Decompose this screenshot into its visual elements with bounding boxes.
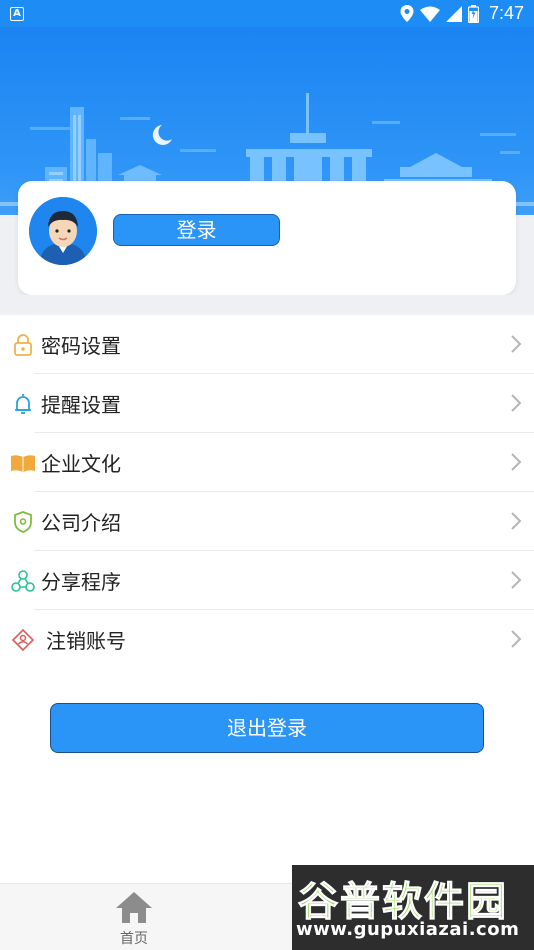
lock-icon xyxy=(14,334,32,356)
logout-button[interactable]: 退出登录 xyxy=(50,703,484,753)
nav-tab-home-label: 首页 xyxy=(120,931,148,947)
battery-icon xyxy=(467,4,479,23)
share-icon xyxy=(11,570,35,592)
profile-card: 登录 xyxy=(18,181,516,295)
watermark: 谷普软件园 www.gupuxiazai.com xyxy=(292,865,534,950)
status-bar: A 7:47 xyxy=(0,0,534,27)
app-notification-icon: A xyxy=(10,6,24,21)
nav-tab-home[interactable]: 首页 xyxy=(104,888,164,948)
chevron-right-icon xyxy=(511,512,522,530)
signal-icon xyxy=(445,5,462,22)
clock: 7:47 xyxy=(488,3,524,23)
menu-item-corporate-culture[interactable]: 企业文化 xyxy=(0,433,534,492)
user-avatar-icon xyxy=(29,197,97,265)
chevron-right-icon xyxy=(511,394,522,412)
chevron-right-icon xyxy=(511,630,522,648)
menu-item-label: 注销账号 xyxy=(46,629,126,653)
location-icon xyxy=(400,5,414,22)
menu-item-company-intro[interactable]: 公司介绍 xyxy=(0,492,534,551)
section-divider xyxy=(0,295,534,315)
menu-item-share-app[interactable]: 分享程序 xyxy=(0,551,534,610)
menu-item-label: 公司介绍 xyxy=(41,511,121,535)
settings-menu: 密码设置 提醒设置 企业文化 公司介绍 分享程序 注销账号 xyxy=(0,315,534,669)
book-icon xyxy=(11,455,35,472)
menu-item-label: 密码设置 xyxy=(41,334,121,358)
menu-item-label: 企业文化 xyxy=(41,452,121,476)
menu-item-reminder-settings[interactable]: 提醒设置 xyxy=(0,374,534,433)
menu-item-label: 提醒设置 xyxy=(41,393,121,417)
avatar[interactable] xyxy=(29,197,97,265)
bell-icon xyxy=(15,394,31,414)
chevron-right-icon xyxy=(511,453,522,471)
chevron-right-icon xyxy=(511,335,522,353)
menu-item-label: 分享程序 xyxy=(41,570,121,594)
shield-icon xyxy=(14,511,32,533)
menu-item-password-settings[interactable]: 密码设置 xyxy=(0,315,534,374)
user-diamond-icon xyxy=(11,628,35,652)
home-icon xyxy=(116,892,152,923)
chevron-right-icon xyxy=(511,571,522,589)
menu-item-cancel-account[interactable]: 注销账号 xyxy=(0,610,534,669)
watermark-url: www.gupuxiazai.com xyxy=(296,919,520,940)
wifi-icon xyxy=(419,6,440,22)
login-button[interactable]: 登录 xyxy=(113,214,280,246)
